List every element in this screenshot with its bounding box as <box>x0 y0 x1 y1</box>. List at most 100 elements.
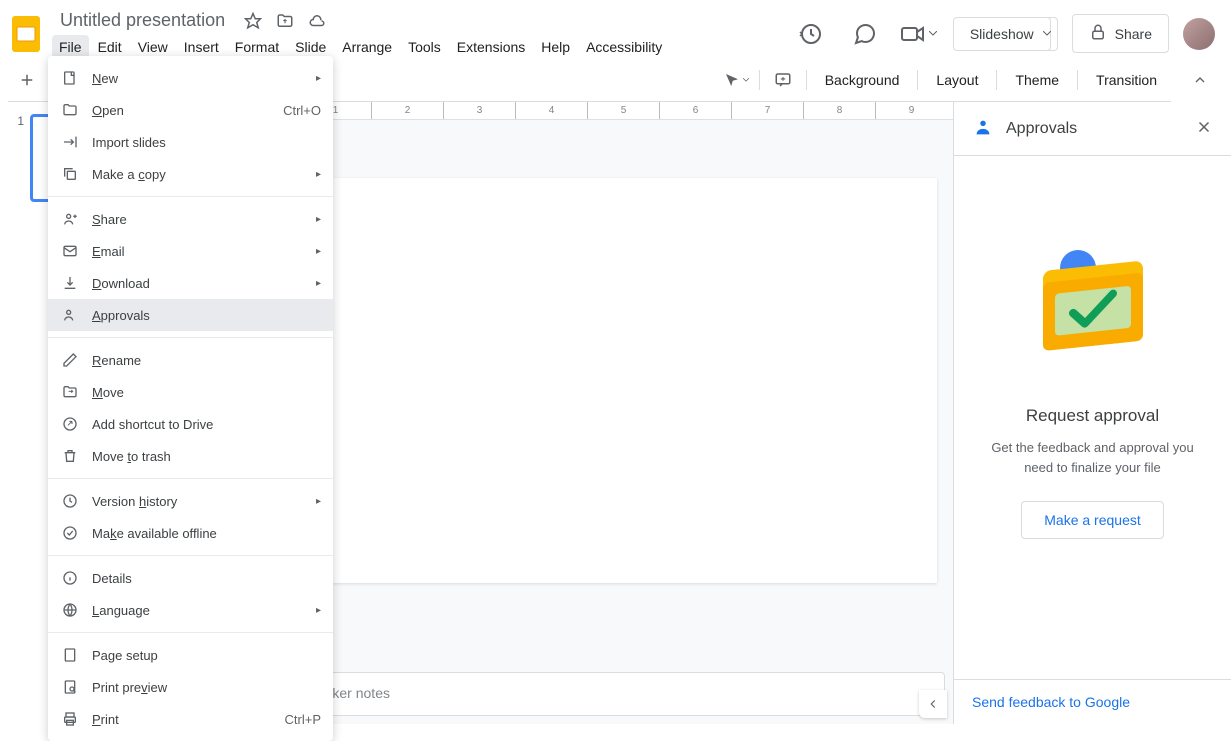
file-menu-language[interactable]: Language ▸ <box>48 594 333 626</box>
file-menu-add-shortcut-label: Add shortcut to Drive <box>92 417 321 432</box>
ruler-mark: 8 <box>803 102 875 119</box>
copy-icon <box>60 164 80 184</box>
file-menu-details-label: Details <box>92 571 321 586</box>
file-menu-approvals[interactable]: Approvals <box>48 299 333 331</box>
file-menu-new[interactable]: New ▸ <box>48 62 333 94</box>
toolbar-separator <box>917 70 918 90</box>
menu-help[interactable]: Help <box>534 35 577 59</box>
print-preview-icon <box>60 677 80 697</box>
move-icon <box>60 382 80 402</box>
file-menu-approvals-label: Approvals <box>92 308 321 323</box>
new-doc-icon <box>60 68 80 88</box>
file-menu-history-label: Version history <box>92 494 297 509</box>
file-menu-download[interactable]: Download ▸ <box>48 267 333 299</box>
new-slide-button[interactable] <box>12 65 42 95</box>
cloud-saved-icon[interactable] <box>305 9 329 33</box>
file-menu-rename[interactable]: Rename <box>48 344 333 376</box>
present-dropdown[interactable] <box>1037 17 1058 51</box>
transition-button[interactable]: Transition <box>1086 66 1167 94</box>
file-menu-add-shortcut[interactable]: Add shortcut to Drive <box>48 408 333 440</box>
print-icon <box>60 709 80 729</box>
close-icon[interactable] <box>1195 118 1213 139</box>
request-heading: Request approval <box>1026 406 1159 426</box>
layout-button[interactable]: Layout <box>926 66 988 94</box>
doc-title[interactable]: Untitled presentation <box>52 8 233 33</box>
file-menu-open[interactable]: Open Ctrl+O <box>48 94 333 126</box>
header-actions: Slideshow Share <box>791 14 1215 54</box>
slides-logo-icon[interactable] <box>8 16 44 52</box>
file-menu-make-copy[interactable]: Make a copy ▸ <box>48 158 333 190</box>
submenu-arrow-icon: ▸ <box>309 496 321 507</box>
file-menu-version-history[interactable]: Version history ▸ <box>48 485 333 517</box>
share-person-icon <box>60 209 80 229</box>
comments-icon[interactable] <box>845 14 885 54</box>
open-folder-icon <box>60 100 80 120</box>
file-menu-move[interactable]: Move <box>48 376 333 408</box>
background-button[interactable]: Background <box>815 66 910 94</box>
file-menu-print-preview[interactable]: Print preview <box>48 671 333 703</box>
request-description: Get the feedback and approval you need t… <box>974 438 1211 477</box>
file-menu-language-label: Language <box>92 603 297 618</box>
divider <box>48 478 333 479</box>
file-menu-details[interactable]: Details <box>48 562 333 594</box>
comment-tool-icon[interactable] <box>768 65 798 95</box>
approvals-icon <box>60 305 80 325</box>
theme-button[interactable]: Theme <box>1005 66 1069 94</box>
make-request-button[interactable]: Make a request <box>1021 501 1164 539</box>
approvals-panel-header: Approvals <box>954 102 1231 156</box>
meet-icon[interactable] <box>899 14 939 54</box>
file-menu-new-label: New <box>92 71 297 86</box>
toolbar-separator <box>759 70 760 90</box>
slideshow-button-label: Slideshow <box>970 26 1034 42</box>
select-tool-icon[interactable] <box>721 65 751 95</box>
offline-icon <box>60 523 80 543</box>
share-button-label: Share <box>1115 26 1152 42</box>
slideshow-button[interactable]: Slideshow <box>953 17 1051 51</box>
user-avatar[interactable] <box>1183 18 1215 50</box>
last-edit-icon[interactable] <box>791 14 831 54</box>
hide-menus-icon[interactable] <box>1185 65 1215 95</box>
toolbar-right: Background Layout Theme Transition <box>721 65 1167 95</box>
send-feedback-link[interactable]: Send feedback to Google <box>972 694 1130 710</box>
approvals-panel: Approvals Request approval Get the fee <box>953 102 1231 724</box>
divider <box>48 196 333 197</box>
divider <box>48 555 333 556</box>
menu-arrange[interactable]: Arrange <box>335 35 399 59</box>
submenu-arrow-icon: ▸ <box>309 246 321 257</box>
trash-icon <box>60 446 80 466</box>
file-menu-download-label: Download <box>92 276 297 291</box>
file-menu-email[interactable]: Email ▸ <box>48 235 333 267</box>
menu-extensions[interactable]: Extensions <box>450 35 532 59</box>
menu-tools[interactable]: Tools <box>401 35 448 59</box>
app-header: Untitled presentation File Edit <box>0 0 1231 59</box>
divider <box>48 337 333 338</box>
lock-icon <box>1089 23 1107 44</box>
history-icon <box>60 491 80 511</box>
share-button[interactable]: Share <box>1072 14 1169 53</box>
import-icon <box>60 132 80 152</box>
file-menu-import-slides[interactable]: Import slides <box>48 126 333 158</box>
page-setup-icon <box>60 645 80 665</box>
file-menu-page-setup[interactable]: Page setup <box>48 639 333 671</box>
submenu-arrow-icon: ▸ <box>309 169 321 180</box>
submenu-arrow-icon: ▸ <box>309 214 321 225</box>
file-menu-print[interactable]: Print Ctrl+P <box>48 703 333 735</box>
approvals-panel-title: Approvals <box>1006 120 1183 138</box>
add-shortcut-icon <box>60 414 80 434</box>
star-icon[interactable] <box>241 9 265 33</box>
file-menu-rename-label: Rename <box>92 353 321 368</box>
rename-icon <box>60 350 80 370</box>
file-menu-offline[interactable]: Make available offline <box>48 517 333 549</box>
file-menu-email-label: Email <box>92 244 297 259</box>
file-menu-make-copy-label: Make a copy <box>92 167 297 182</box>
approvals-content: Request approval Get the feedback and ap… <box>954 156 1231 679</box>
submenu-arrow-icon: ▸ <box>309 278 321 289</box>
file-menu-share[interactable]: Share ▸ <box>48 203 333 235</box>
move-folder-icon[interactable] <box>273 9 297 33</box>
ruler-mark: 9 <box>875 102 947 119</box>
toolbar-separator <box>996 70 997 90</box>
ruler-mark: 4 <box>515 102 587 119</box>
menu-accessibility[interactable]: Accessibility <box>579 35 669 59</box>
toolbar-separator <box>806 70 807 90</box>
file-menu-trash[interactable]: Move to trash <box>48 440 333 472</box>
